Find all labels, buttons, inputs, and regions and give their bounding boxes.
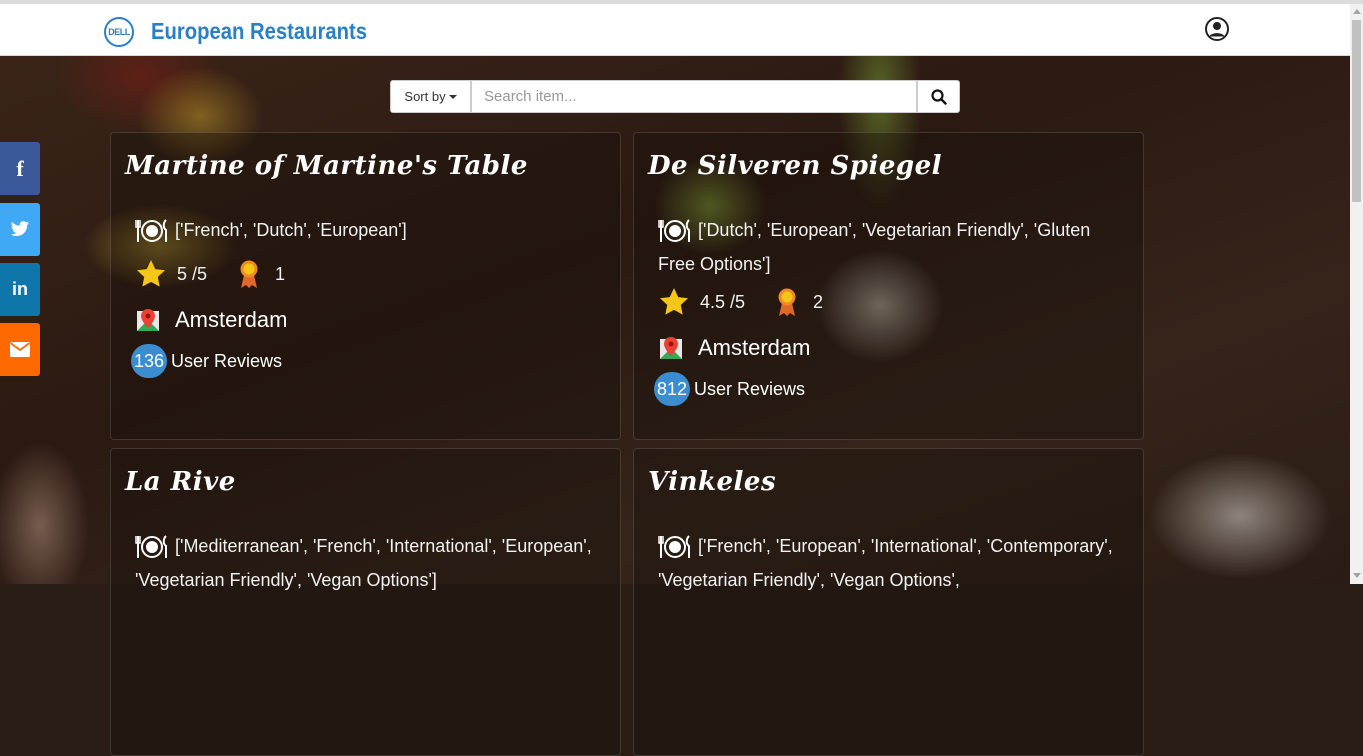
cutlery-plate-icon (658, 219, 690, 243)
cutlery-plate-icon (658, 535, 690, 559)
reviews-label: User Reviews (694, 378, 806, 399)
scroll-up-arrow-icon[interactable] (1353, 9, 1361, 14)
scrollbar-thumb[interactable] (1352, 20, 1361, 202)
restaurant-name[interactable]: Vinkeles (648, 467, 776, 497)
facebook-icon: f (16, 155, 24, 181)
navbar: DELL European Restaurants (0, 4, 1350, 56)
restaurant-name[interactable]: De Silveren Spiegel (648, 151, 942, 181)
restaurant-card[interactable]: De Silveren Spiegel ['Dutch', 'European'… (633, 132, 1144, 440)
cuisine-text: ['French', 'Dutch', 'European'] (175, 220, 407, 240)
cuisine-list: ['Mediterranean', 'French', 'Internation… (135, 529, 605, 597)
page-scrollbar[interactable] (1350, 4, 1363, 584)
scroll-down-arrow-icon[interactable] (1353, 573, 1361, 578)
restaurant-card[interactable]: Vinkeles ['French', 'European', 'Interna… (633, 448, 1144, 756)
sort-by-label: Sort by (404, 89, 446, 104)
star-icon (137, 260, 165, 287)
award-ribbon-icon (240, 260, 258, 288)
twitter-icon (10, 221, 30, 237)
map-location-icon (660, 337, 682, 359)
city-name: Amsterdam (698, 335, 811, 360)
awards-count: 2 (813, 291, 824, 312)
search-icon (930, 88, 947, 105)
email-share-button[interactable] (0, 323, 40, 376)
award-ribbon-icon (778, 288, 796, 316)
restaurant-card[interactable]: La Rive ['Mediterranean', 'French', 'Int… (110, 448, 621, 756)
sort-by-button[interactable]: Sort by (390, 80, 471, 113)
cuisine-list: ['French', 'Dutch', 'European'] (135, 213, 605, 247)
restaurant-name[interactable]: La Rive (125, 467, 236, 497)
review-count-badge: 812 (654, 372, 690, 406)
facebook-share-button[interactable]: f (0, 142, 40, 195)
restaurant-name[interactable]: Martine of Martine's Table (125, 151, 528, 181)
restaurant-card[interactable]: Martine of Martine's Table ['French', 'D… (110, 132, 621, 440)
cuisine-text: ['Dutch', 'European', 'Vegetarian Friend… (658, 220, 1091, 274)
search-bar: Sort by (390, 80, 960, 113)
search-button[interactable] (917, 80, 960, 113)
caret-down-icon (448, 94, 457, 99)
rating-row: 4.5 /5 2 (658, 285, 823, 319)
cuisine-text: ['French', 'European', 'International', … (658, 536, 1113, 590)
reviews-row[interactable]: 812 User Reviews (654, 372, 805, 406)
city-name: Amsterdam (175, 307, 288, 332)
rating-value: 5 /5 (177, 263, 208, 284)
star-icon (660, 288, 688, 315)
rating-value: 4.5 /5 (700, 291, 746, 312)
reviews-label: User Reviews (171, 350, 283, 371)
cuisine-list: ['Dutch', 'European', 'Vegetarian Friend… (658, 213, 1128, 281)
cuisine-list: ['French', 'European', 'International', … (658, 529, 1128, 597)
envelope-icon (10, 342, 30, 357)
cutlery-plate-icon (135, 535, 167, 559)
cutlery-plate-icon (135, 219, 167, 243)
map-location-icon (137, 309, 159, 331)
review-count-badge: 136 (131, 344, 167, 378)
reviews-row[interactable]: 136 User Reviews (131, 344, 282, 378)
twitter-share-button[interactable] (0, 203, 40, 256)
city-row: Amsterdam (658, 331, 810, 365)
search-input[interactable] (471, 80, 917, 113)
rating-row: 5 /5 1 (135, 257, 285, 291)
linkedin-icon: in (12, 279, 28, 299)
dell-logo[interactable]: DELL (104, 17, 134, 47)
cuisine-text: ['Mediterranean', 'French', 'Internation… (135, 536, 592, 590)
user-circle-icon[interactable] (1205, 17, 1229, 41)
awards-count: 1 (275, 263, 286, 284)
linkedin-share-button[interactable]: in (0, 263, 40, 316)
brand-title[interactable]: European Restaurants (151, 18, 367, 45)
city-row: Amsterdam (135, 303, 287, 337)
